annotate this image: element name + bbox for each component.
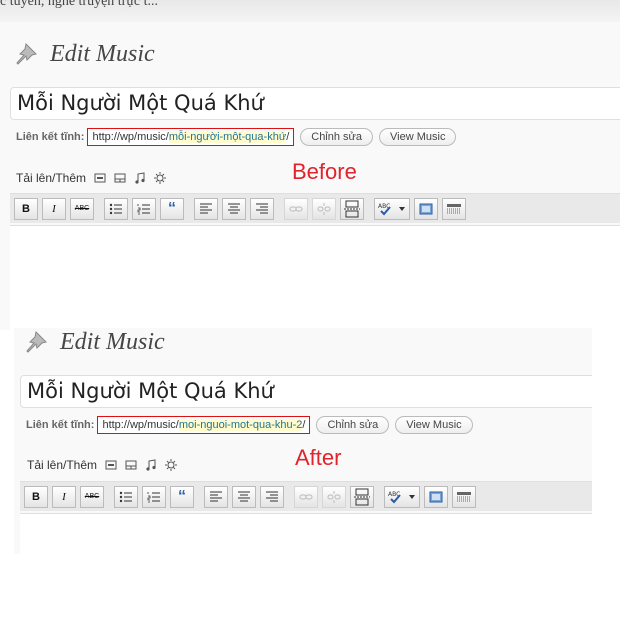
kitchen-sink-icon[interactable] bbox=[442, 197, 466, 220]
align-left-icon[interactable] bbox=[204, 485, 228, 508]
permalink-base: http://wp/music/ bbox=[102, 419, 179, 431]
upload-row: Tải lên/Thêm bbox=[27, 458, 178, 472]
spellcheck-icon[interactable]: ABC bbox=[374, 197, 410, 220]
permalink-trailing: / bbox=[286, 131, 290, 143]
before-panel: c tuyến, nghe truyện trực t... Edit Musi… bbox=[0, 0, 620, 330]
bullet-list-icon[interactable] bbox=[114, 485, 138, 508]
spellcheck-icon[interactable]: ABC bbox=[384, 485, 420, 508]
permalink-slug[interactable]: mỗi-người-một-qua-khứ bbox=[168, 131, 287, 143]
editor-content-area[interactable] bbox=[20, 513, 592, 554]
pushpin-icon bbox=[16, 42, 37, 65]
align-center-icon[interactable] bbox=[222, 197, 246, 220]
post-title-input[interactable]: Mỗi Người Một Quá Khứ bbox=[10, 87, 620, 120]
unlink-icon[interactable] bbox=[312, 197, 336, 220]
media-icon[interactable] bbox=[165, 459, 178, 471]
strikethrough-icon[interactable]: ABC bbox=[80, 485, 104, 508]
permalink-base: http://wp/music/ bbox=[92, 131, 169, 143]
audio-icon[interactable] bbox=[145, 459, 157, 471]
bullet-list-icon[interactable] bbox=[104, 197, 128, 220]
page-heading: Edit Music bbox=[12, 40, 155, 68]
permalink-trailing: / bbox=[302, 419, 306, 431]
top-clipped-text: c tuyến, nghe truyện trực t... bbox=[0, 0, 159, 9]
upload-label: Tải lên/Thêm bbox=[27, 458, 98, 472]
after-annotation: After bbox=[295, 445, 342, 470]
align-left-icon[interactable] bbox=[194, 197, 218, 220]
permalink-row: Liên kết tĩnh: http://wp/music/mỗi-người… bbox=[16, 128, 457, 146]
page-title: Edit Music bbox=[50, 40, 155, 67]
more-tag-icon[interactable] bbox=[350, 485, 374, 508]
image-icon[interactable] bbox=[105, 459, 117, 471]
link-icon[interactable] bbox=[284, 197, 308, 220]
italic-icon[interactable]: I bbox=[42, 197, 66, 220]
numbered-list-icon[interactable] bbox=[142, 485, 166, 508]
bold-icon[interactable]: B bbox=[24, 485, 48, 508]
editor-toolbar: B I ABC “ ABC bbox=[20, 481, 592, 511]
edit-permalink-button[interactable]: Chỉnh sửa bbox=[316, 416, 390, 434]
fullscreen-icon[interactable] bbox=[424, 485, 448, 508]
before-annotation: Before bbox=[292, 159, 357, 184]
align-right-icon[interactable] bbox=[250, 197, 274, 220]
link-icon[interactable] bbox=[294, 485, 318, 508]
permalink-row: Liên kết tĩnh: http://wp/music/moi-nguoi… bbox=[26, 416, 473, 434]
fullscreen-icon[interactable] bbox=[414, 197, 438, 220]
page-heading: Edit Music bbox=[22, 328, 165, 356]
post-title-value: Mỗi Người Một Quá Khứ bbox=[27, 379, 274, 403]
bold-icon[interactable]: B bbox=[14, 197, 38, 220]
strikethrough-icon[interactable]: ABC bbox=[70, 197, 94, 220]
video-icon[interactable] bbox=[125, 459, 137, 471]
permalink-url[interactable]: http://wp/music/moi-nguoi-mot-qua-khu-2/ bbox=[97, 416, 311, 434]
permalink-label: Liên kết tĩnh: bbox=[26, 419, 95, 431]
editor-toolbar: B I ABC “ ABC bbox=[10, 193, 620, 223]
blockquote-icon[interactable]: “ bbox=[170, 485, 194, 508]
upload-label: Tải lên/Thêm bbox=[16, 171, 87, 185]
image-icon[interactable] bbox=[94, 172, 106, 184]
media-icon[interactable] bbox=[154, 172, 167, 184]
permalink-label: Liên kết tĩnh: bbox=[16, 131, 85, 143]
blockquote-icon[interactable]: “ bbox=[160, 197, 184, 220]
unlink-icon[interactable] bbox=[322, 485, 346, 508]
more-tag-icon[interactable] bbox=[340, 197, 364, 220]
edit-permalink-button[interactable]: Chỉnh sửa bbox=[300, 128, 374, 146]
pushpin-icon bbox=[26, 330, 47, 353]
permalink-url[interactable]: http://wp/music/mỗi-người-một-qua-khứ/ bbox=[87, 128, 295, 146]
post-title-value: Mỗi Người Một Quá Khứ bbox=[17, 91, 264, 115]
after-panel: Edit Music Mỗi Người Một Quá Khứ Liên kế… bbox=[14, 328, 592, 554]
audio-icon[interactable] bbox=[134, 172, 146, 184]
page-title: Edit Music bbox=[60, 328, 165, 355]
align-center-icon[interactable] bbox=[232, 485, 256, 508]
upload-row: Tải lên/Thêm bbox=[16, 171, 167, 185]
align-right-icon[interactable] bbox=[260, 485, 284, 508]
post-title-input[interactable]: Mỗi Người Một Quá Khứ bbox=[20, 375, 592, 408]
video-icon[interactable] bbox=[114, 172, 126, 184]
editor-content-area[interactable] bbox=[10, 225, 620, 330]
view-music-button[interactable]: View Music bbox=[395, 416, 473, 434]
view-music-button[interactable]: View Music bbox=[379, 128, 457, 146]
permalink-slug[interactable]: moi-nguoi-mot-qua-khu-2 bbox=[178, 419, 303, 431]
italic-icon[interactable]: I bbox=[52, 485, 76, 508]
numbered-list-icon[interactable] bbox=[132, 197, 156, 220]
kitchen-sink-icon[interactable] bbox=[452, 485, 476, 508]
